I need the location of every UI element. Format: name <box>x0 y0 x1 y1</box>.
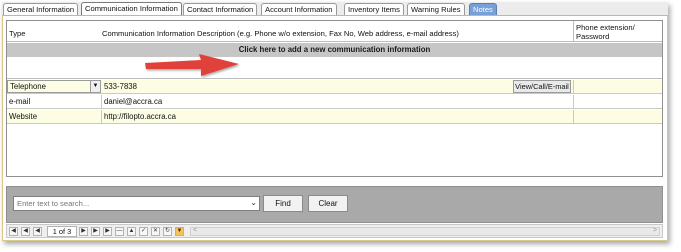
tab-warning-rules[interactable]: Warning Rules <box>407 3 465 15</box>
tab-contact-information[interactable]: Contact Information <box>183 3 258 15</box>
empty-row-area <box>7 57 662 79</box>
type-cell[interactable]: e-mail <box>9 95 99 108</box>
search-toolbar: ⌄ Find Clear <box>6 186 663 223</box>
tab-notes[interactable]: Notes <box>469 3 497 15</box>
refresh-icon[interactable]: ↻ <box>163 227 172 236</box>
tab-communication-information[interactable]: Communication Information <box>81 2 182 15</box>
grid-header: Type Communication Information Descripti… <box>7 21 662 42</box>
search-input[interactable] <box>14 197 246 210</box>
record-navigator: ◀ ◀ ◀ 1 of 3 ▶ ▶ ▶ — ▲ ✓ ✕ ↻ ▼ < > <box>6 224 663 238</box>
page-indicator: 1 of 3 <box>47 226 77 237</box>
tab-inventory-items[interactable]: Inventory Items <box>344 3 404 15</box>
red-arrow-icon <box>145 54 239 76</box>
description-cell[interactable]: http://filopto.accra.ca <box>104 110 509 123</box>
next-page-fast-icon[interactable]: ▶ <box>91 227 100 236</box>
chevron-down-icon[interactable]: ⌄ <box>250 198 257 207</box>
type-value: Telephone <box>10 82 46 91</box>
table-row[interactable]: e-mail daniel@accra.ca <box>7 95 662 109</box>
filter-icon[interactable]: ▼ <box>175 227 184 236</box>
column-header-extension[interactable]: Phone extension/ Password <box>573 21 661 42</box>
cancel-edit-icon[interactable]: ✕ <box>151 227 160 236</box>
previous-page-fast-icon[interactable]: ◀ <box>21 227 30 236</box>
communication-window: General Information Communication Inform… <box>2 2 668 241</box>
scroll-right-icon[interactable]: > <box>653 227 657 234</box>
chevron-down-icon[interactable]: ▼ <box>90 81 100 92</box>
column-divider <box>101 95 102 109</box>
tab-account-information[interactable]: Account Information <box>261 3 337 15</box>
description-cell[interactable]: 533-7838 <box>104 80 509 93</box>
description-cell[interactable]: daniel@accra.ca <box>104 95 509 108</box>
first-page-icon[interactable]: ◀ <box>9 227 18 236</box>
delete-record-icon[interactable]: — <box>115 227 124 236</box>
type-dropdown[interactable]: Telephone ▼ <box>7 80 101 93</box>
next-page-icon[interactable]: ▶ <box>79 227 88 236</box>
search-combobox[interactable]: ⌄ <box>13 196 260 211</box>
tab-general-information[interactable]: General Information <box>3 3 79 15</box>
clear-button[interactable]: Clear <box>308 195 348 212</box>
edit-icon[interactable]: ✓ <box>139 227 148 236</box>
extension-cell[interactable] <box>573 110 662 124</box>
extension-cell[interactable] <box>573 80 662 94</box>
column-divider <box>101 110 102 124</box>
view-call-email-button[interactable]: View/Call/E-mail <box>513 80 571 93</box>
table-row[interactable]: Website http://filopto.accra.ca <box>7 110 662 124</box>
horizontal-scrollbar[interactable]: < > <box>190 227 660 236</box>
type-cell[interactable]: Website <box>9 110 99 123</box>
tab-panel: Type Communication Information Descripti… <box>2 15 668 241</box>
table-row[interactable]: Telephone ▼ 533-7838 View/Call/E-mail <box>7 80 662 94</box>
extension-cell[interactable] <box>573 95 662 109</box>
last-page-icon[interactable]: ▶ <box>103 227 112 236</box>
find-button[interactable]: Find <box>263 195 303 212</box>
communication-grid: Type Communication Information Descripti… <box>6 20 663 177</box>
scroll-left-icon[interactable]: < <box>193 227 197 234</box>
move-up-icon[interactable]: ▲ <box>127 227 136 236</box>
previous-page-icon[interactable]: ◀ <box>33 227 42 236</box>
tab-bar: General Information Communication Inform… <box>2 2 668 15</box>
add-new-row-bar[interactable]: Click here to add a new communication in… <box>7 43 662 57</box>
